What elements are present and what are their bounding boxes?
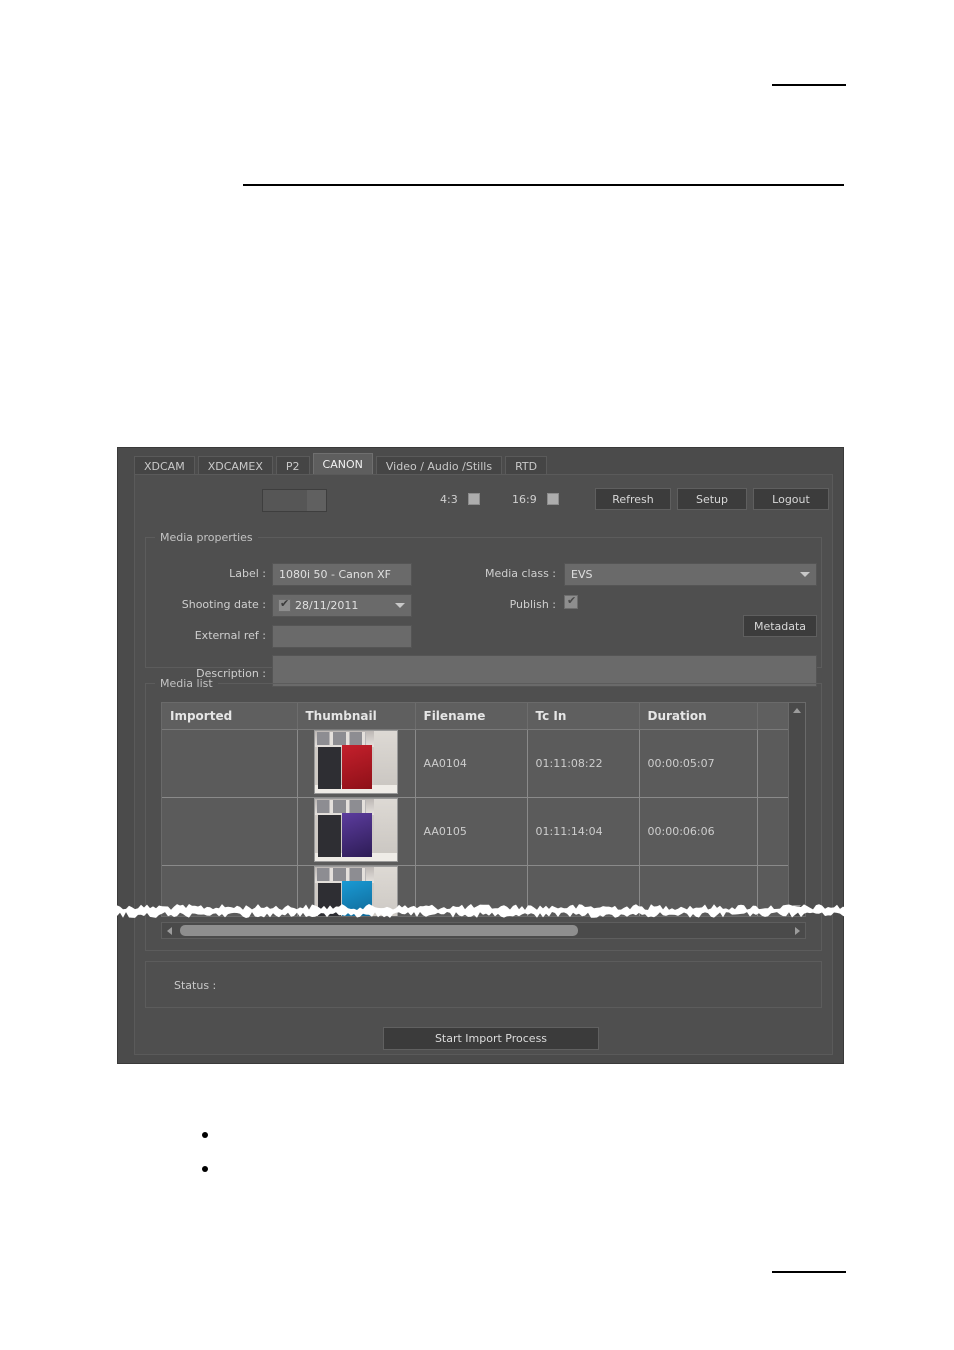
chevron-down-icon — [395, 603, 405, 608]
cell-imported — [162, 865, 298, 916]
media-list-table-wrapper: Imported Thumbnail Filename Tc In Durati… — [161, 702, 806, 917]
column-header-duration[interactable]: Duration — [639, 703, 758, 730]
toolbar-row: 4:3 16:9 Refresh Setup Logout — [135, 475, 832, 519]
table-row[interactable]: AA0104 01:11:08:22 00:00:05:07 — [162, 729, 805, 798]
external-ref-label: External ref : — [194, 629, 266, 642]
tab-canon[interactable]: CANON — [312, 453, 373, 476]
chevron-down-icon — [307, 490, 326, 511]
cell-filename: AA0105 — [415, 797, 528, 866]
cell-filename: AA0104 — [415, 729, 528, 798]
label-field-label: Label : — [229, 567, 266, 580]
publish-checkbox[interactable] — [564, 594, 578, 609]
page-title-rule — [243, 184, 844, 186]
tab-xdcam[interactable]: XDCAM — [134, 456, 195, 476]
document-bullet-list — [180, 1125, 780, 1193]
setup-button[interactable]: Setup — [677, 488, 747, 510]
scroll-thumb[interactable] — [180, 925, 578, 936]
logout-button[interactable]: Logout — [753, 488, 829, 510]
scroll-right-icon[interactable] — [790, 923, 805, 938]
column-header-thumbnail[interactable]: Thumbnail — [297, 703, 416, 730]
scroll-left-icon[interactable] — [162, 923, 177, 938]
refresh-button[interactable]: Refresh — [595, 488, 671, 510]
table-header-row: Imported Thumbnail Filename Tc In Durati… — [162, 703, 805, 730]
table-row[interactable]: AA0105 01:11:14:04 00:00:06:06 — [162, 797, 805, 866]
scroll-down-icon[interactable] — [789, 900, 805, 916]
aspect-ratio-16-9-label: 16:9 — [512, 493, 537, 506]
column-header-imported[interactable]: Imported — [162, 703, 298, 730]
thumbnail-image — [314, 865, 398, 916]
tab-panel-canon: 4:3 16:9 Refresh Setup Logout Media prop… — [134, 474, 833, 1055]
cell-imported — [162, 797, 298, 866]
media-properties-title: Media properties — [155, 531, 258, 544]
column-header-filename[interactable]: Filename — [415, 703, 528, 730]
scroll-up-icon[interactable] — [789, 703, 805, 719]
shooting-date-value: 28/11/2011 — [295, 599, 359, 612]
cell-thumbnail[interactable] — [297, 797, 416, 866]
media-list-group: Media list Imported Thumbnail Filename T… — [145, 677, 822, 951]
cell-thumbnail[interactable] — [297, 729, 416, 798]
tab-rtd[interactable]: RTD — [505, 456, 548, 476]
tab-video-audio-stills[interactable]: Video / Audio /Stills — [375, 456, 503, 476]
tab-strip: XDCAM XDCAMEX P2 CANON Video / Audio /Stills… — [134, 453, 833, 476]
status-panel: Status : — [145, 961, 822, 1008]
metadata-button[interactable]: Metadata — [743, 615, 817, 637]
media-class-label: Media class : — [484, 567, 556, 580]
import-dialog-window: XDCAM XDCAMEX P2 CANON Video / Audio /Stills… — [117, 447, 844, 1064]
aspect-ratio-4-3[interactable]: 4:3 — [440, 493, 481, 506]
shooting-date-label: Shooting date : — [181, 598, 266, 611]
cell-filename — [415, 865, 528, 916]
media-list-title: Media list — [155, 677, 218, 690]
media-list-vertical-scrollbar[interactable] — [788, 703, 805, 916]
start-import-process-button[interactable]: Start Import Process — [383, 1027, 599, 1050]
media-list-horizontal-scrollbar[interactable] — [161, 922, 806, 939]
thumbnail-image — [314, 729, 398, 794]
aspect-ratio-4-3-checkbox[interactable] — [468, 493, 481, 505]
shooting-date-input[interactable]: 28/11/2011 — [272, 594, 412, 617]
status-label: Status : — [174, 979, 217, 992]
label-input[interactable]: 1080i 50 - Canon XF — [272, 563, 412, 586]
aspect-ratio-16-9-checkbox[interactable] — [547, 493, 560, 505]
aspect-ratio-4-3-label: 4:3 — [440, 493, 458, 506]
media-class-select[interactable]: EVS — [564, 563, 817, 586]
tab-p2[interactable]: P2 — [275, 456, 310, 476]
cell-duration: 00:00:05:07 — [639, 729, 758, 798]
thumbnail-image — [314, 797, 398, 862]
page-header-rule — [772, 84, 846, 86]
external-ref-input[interactable] — [272, 625, 412, 648]
source-select[interactable] — [262, 489, 327, 512]
aspect-ratio-16-9[interactable]: 16:9 — [512, 493, 560, 506]
chevron-down-icon — [800, 572, 810, 577]
column-header-tc-in[interactable]: Tc In — [527, 703, 640, 730]
tab-xdcamex[interactable]: XDCAMEX — [197, 456, 273, 476]
cell-imported — [162, 729, 298, 798]
page-footer-rule — [772, 1271, 846, 1273]
list-item — [180, 1159, 780, 1193]
cell-tc-in: 01:11:08:22 — [527, 729, 640, 798]
media-class-value: EVS — [571, 568, 593, 581]
table-row[interactable] — [162, 865, 805, 916]
cell-duration: 00:00:06:06 — [639, 797, 758, 866]
cell-duration — [639, 865, 758, 916]
cell-thumbnail[interactable] — [297, 865, 416, 916]
shooting-date-checkbox[interactable] — [278, 597, 291, 612]
publish-label: Publish : — [509, 598, 556, 611]
list-item — [180, 1125, 780, 1159]
cell-tc-in — [527, 865, 640, 916]
cell-tc-in: 01:11:14:04 — [527, 797, 640, 866]
media-properties-group: Media properties Label : 1080i 50 - Cano… — [145, 531, 822, 687]
media-list-table: Imported Thumbnail Filename Tc In Durati… — [162, 703, 805, 916]
